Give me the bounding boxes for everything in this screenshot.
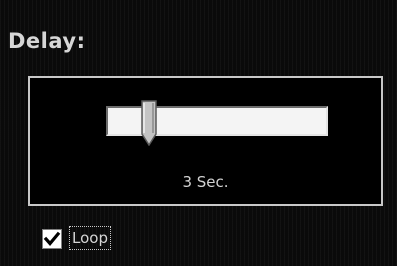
delay-slider-track[interactable]: [106, 106, 328, 136]
check-mark-icon: [43, 231, 61, 246]
delay-panel: 3 Sec.: [28, 76, 383, 206]
loop-label[interactable]: Loop: [69, 226, 111, 250]
delay-slider-thumb[interactable]: [141, 100, 157, 146]
delay-title: Delay:: [8, 29, 86, 53]
delay-value-label: 3 Sec.: [182, 173, 229, 191]
loop-checkbox[interactable]: [42, 229, 62, 249]
